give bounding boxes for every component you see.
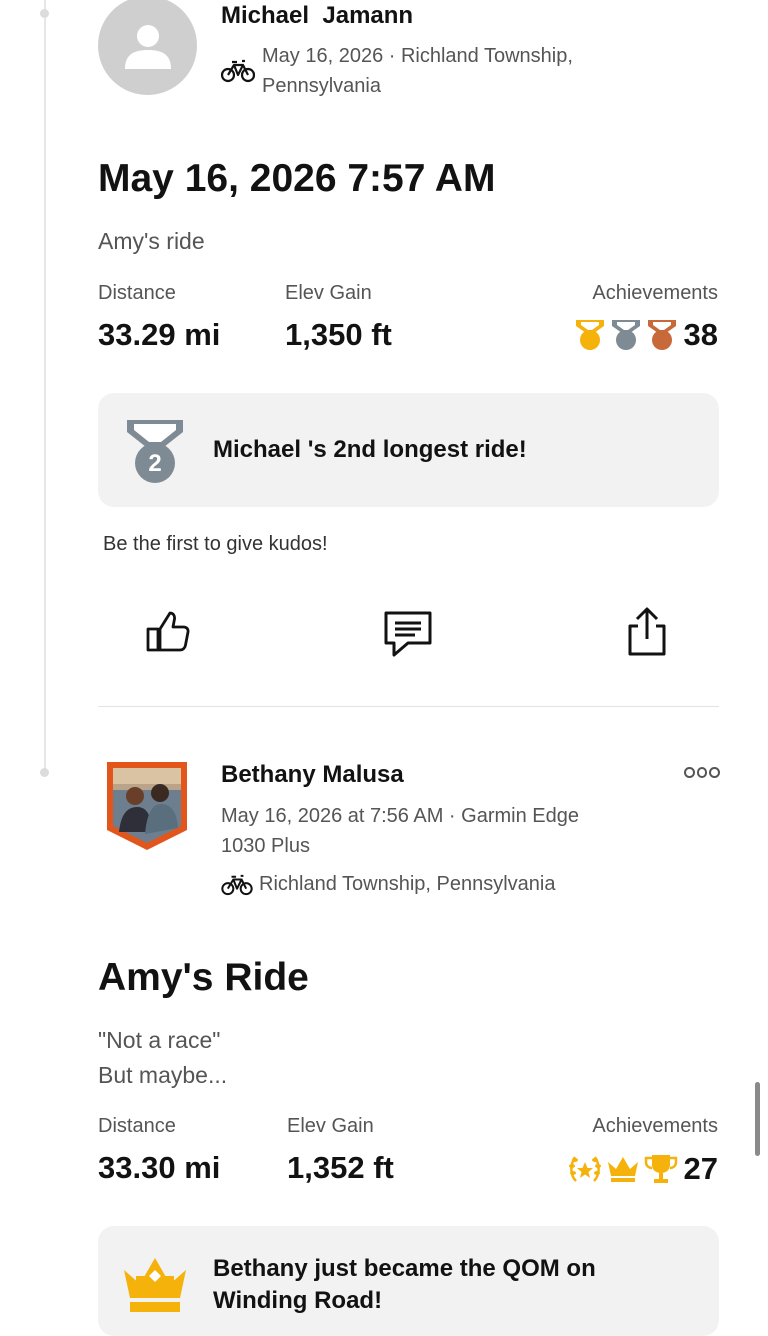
distance-label: Distance [98,282,176,304]
comment-button[interactable] [378,604,438,664]
activity-meta: May 16, 2026 at 7:56 AM · Garmin Edge 10… [221,801,579,861]
thumbs-up-icon [146,611,190,652]
distance-label: Distance [98,1115,176,1137]
dot-icon [709,766,721,778]
description-line: But maybe... [98,1062,228,1088]
bronze-medal-icon [647,320,676,350]
distance-value: 33.29 mi [98,317,221,352]
kudos-button[interactable] [138,602,198,662]
silver-medal-icon [611,320,640,350]
bike-icon [221,874,253,896]
feed-divider [98,706,719,707]
achievements-summary[interactable]: 27 [568,1151,718,1187]
activity-location: Richland Township, Pennsylvania [259,873,556,895]
activity-meta-line: May 16, 2026 · Richland Township, [262,45,573,67]
highlight-card[interactable]: Bethany just became the QOM on Winding R… [98,1226,719,1336]
achievements-count: 38 [683,317,718,352]
share-button[interactable] [617,602,677,662]
achievements-summary[interactable]: 38 [574,317,718,353]
highlight-text: Michael 's 2nd longest ride! [213,436,527,463]
more-options-button[interactable] [684,762,721,782]
gold-medal-icon [575,320,604,350]
dot-icon [684,766,695,778]
description-line: "Not a race" [98,1027,221,1053]
medal-number: 2 [148,450,161,477]
share-icon [628,607,666,656]
scrollbar-thumb[interactable] [755,1082,760,1156]
athlete-name[interactable]: Michael Jamann [221,2,413,30]
timeline-dot [40,768,49,777]
elev-gain-value: 1,350 ft [285,317,392,352]
athlete-avatar[interactable] [98,0,197,95]
dot-icon [696,766,708,778]
highlight-card[interactable]: 2 Michael 's 2nd longest ride! [98,393,719,507]
elev-gain-value: 1,352 ft [287,1150,394,1185]
activity-title[interactable]: Amy's Ride [98,956,309,1000]
trophy-icon [644,1155,677,1183]
elev-gain-label: Elev Gain [285,282,372,304]
activity-meta: May 16, 2026 · Richland Township, Pennsy… [262,41,573,101]
athlete-name[interactable]: Bethany Malusa [221,761,404,789]
laurel-icon [568,1156,601,1182]
activity-meta-line: Pennsylvania [262,75,381,97]
activity-title[interactable]: May 16, 2026 7:57 AM [98,157,495,201]
activity-meta-line: 1030 Plus [221,835,310,857]
athlete-avatar[interactable] [105,760,189,852]
elev-gain-label: Elev Gain [287,1115,374,1137]
crown-icon [124,1258,186,1312]
highlight-line: Bethany just became the QOM on [213,1255,596,1282]
comment-icon [384,611,432,657]
activity-description: Amy's ride [98,228,205,254]
bike-icon [221,59,255,83]
silver-medal-2-icon: 2 [127,420,183,483]
crown-icon [607,1157,638,1182]
achievements-label: Achievements [592,282,718,304]
timeline-dot [40,9,49,18]
person-icon [124,24,171,69]
highlight-line: Winding Road! [213,1287,383,1314]
kudos-prompt[interactable]: Be the first to give kudos! [103,533,328,556]
achievements-label: Achievements [592,1115,718,1137]
feed-timeline-line [44,0,46,773]
highlight-text: Bethany just became the QOM on Winding R… [213,1253,596,1317]
activity-description: "Not a race" But maybe... [98,1023,227,1093]
achievements-count: 27 [683,1151,718,1186]
activity-meta-line: May 16, 2026 at 7:56 AM · Garmin Edge [221,805,579,827]
distance-value: 33.30 mi [98,1150,221,1185]
